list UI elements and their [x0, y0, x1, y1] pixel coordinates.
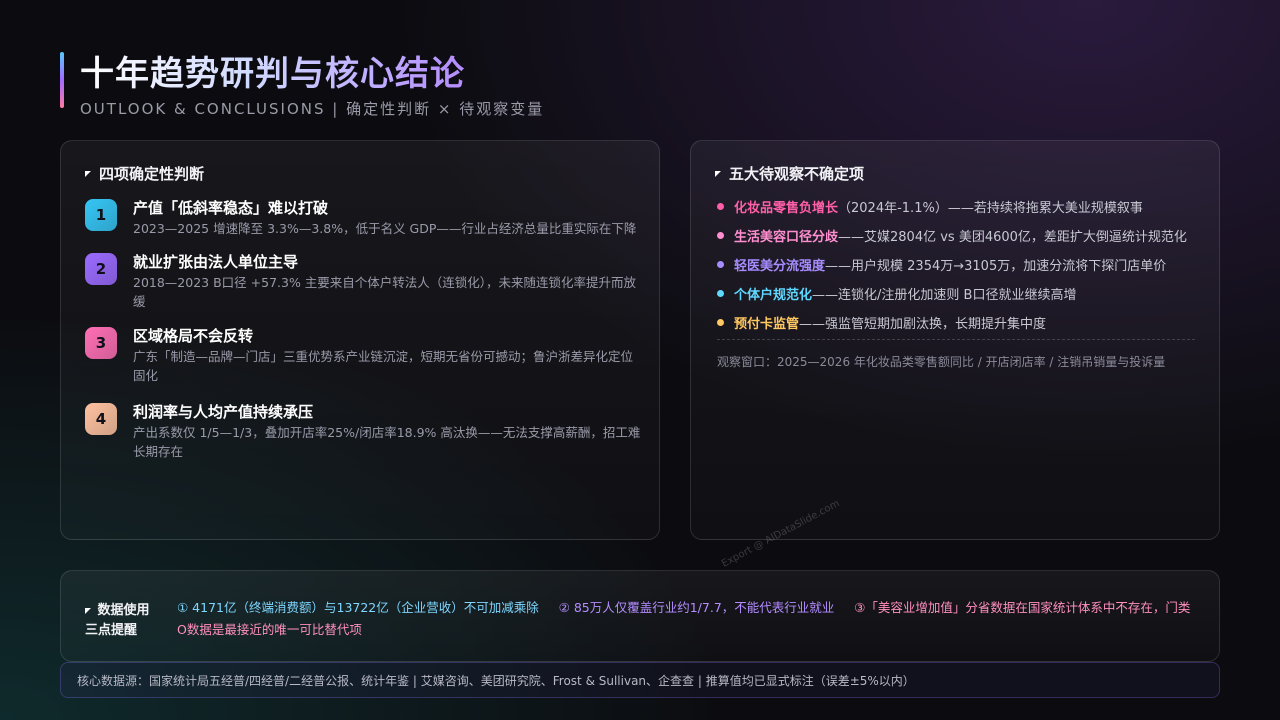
- reminder-heading-label: 数据使用三点提醒: [85, 603, 150, 638]
- observation-key: 化妆品零售负增长: [734, 201, 839, 216]
- uncertainty-panel: 五大待观察不确定项 化妆品零售负增长 （2024年-1.1%）——若持续将拖累大…: [690, 140, 1220, 540]
- source-text: 核心数据源：国家统计局五经普/四经普/二经普公报、统计年鉴 | 艾媒咨询、美团研…: [77, 674, 915, 688]
- title-accent-bar: [60, 52, 64, 108]
- flag-icon: [715, 170, 721, 177]
- bullet-dot-icon: [717, 203, 724, 210]
- uncertainty-heading: 五大待观察不确定项: [715, 163, 864, 184]
- certainty-item: 2 就业扩张由法人单位主导 2018—2023 B口径 +57.3% 主要来自个…: [85, 253, 641, 317]
- reminder-point-2: ② 85万人仅覆盖行业约1/7.7，不能代表行业就业: [558, 600, 835, 615]
- number-badge: 3: [85, 327, 117, 359]
- item-desc: 产出系数仅 1/5—1/3，叠加开店率25%/闭店率18.9% 高汰换——无法支…: [133, 425, 641, 459]
- observation-item: 预付卡监管 ——强监管短期加剧汰换，长期提升集中度: [717, 313, 1207, 332]
- item-desc: 2023—2025 增速降至 3.3%—3.8%，低于名义 GDP——行业占经济…: [133, 221, 637, 236]
- flag-icon: [85, 170, 91, 177]
- observation-key: 生活美容口径分歧: [734, 230, 839, 245]
- observation-item: 个体户规范化 ——连锁化/注册化加速则 B口径就业继续高增: [717, 284, 1207, 303]
- item-desc: 2018—2023 B口径 +57.3% 主要来自个体户转法人（连锁化），未来随…: [133, 275, 637, 309]
- observation-text: ——连锁化/注册化加速则 B口径就业继续高增: [812, 288, 1077, 303]
- observation-item: 轻医美分流强度 ——用户规模 2354万→3105万，加速分流将下探门店单价: [717, 255, 1207, 274]
- certainty-heading: 四项确定性判断: [85, 163, 204, 184]
- item-title: 区域格局不会反转: [133, 327, 254, 345]
- bullet-dot-icon: [717, 319, 724, 326]
- page-subtitle: OUTLOOK & CONCLUSIONS | 确定性判断 × 待观察变量: [80, 100, 545, 118]
- observation-text: ——用户规模 2354万→3105万，加速分流将下探门店单价: [825, 259, 1167, 274]
- observation-window: 观察窗口：2025—2026 年化妆品类零售额同比 / 开店闭店率 / 注销吊销…: [717, 355, 1166, 369]
- uncertainty-heading-label: 五大待观察不确定项: [729, 165, 865, 183]
- bullet-dot-icon: [717, 261, 724, 268]
- observation-text: ——艾媒2804亿 vs 美团4600亿，差距扩大倒逼统计规范化: [838, 230, 1187, 245]
- reminder-panel: 数据使用三点提醒 ① 4171亿（终端消费额）与13722亿（企业营收）不可加减…: [60, 570, 1220, 662]
- item-title: 就业扩张由法人单位主导: [133, 253, 299, 271]
- observation-text: ——强监管短期加剧汰换，长期提升集中度: [799, 317, 1047, 332]
- source-bar: 核心数据源：国家统计局五经普/四经普/二经普公报、统计年鉴 | 艾媒咨询、美团研…: [60, 662, 1220, 698]
- observation-key: 个体户规范化: [734, 288, 813, 303]
- item-title: 产值「低斜率稳态」难以打破: [133, 199, 329, 217]
- observation-key: 轻医美分流强度: [734, 259, 826, 274]
- certainty-item: 4 利润率与人均产值持续承压 产出系数仅 1/5—1/3，叠加开店率25%/闭店…: [85, 403, 641, 467]
- divider: [717, 339, 1195, 340]
- certainty-item: 1 产值「低斜率稳态」难以打破 2023—2025 增速降至 3.3%—3.8%…: [85, 199, 641, 245]
- number-badge: 1: [85, 199, 117, 231]
- bullet-dot-icon: [717, 290, 724, 297]
- certainty-heading-label: 四项确定性判断: [99, 165, 205, 183]
- certainty-panel: 四项确定性判断 1 产值「低斜率稳态」难以打破 2023—2025 增速降至 3…: [60, 140, 660, 540]
- reminder-point-1: ① 4171亿（终端消费额）与13722亿（企业营收）不可加减乘除: [177, 600, 539, 615]
- observation-text: （2024年-1.1%）——若持续将拖累大美业规模叙事: [838, 201, 1143, 216]
- page-title: 十年趋势研判与核心结论: [80, 54, 465, 94]
- observation-item: 生活美容口径分歧 ——艾媒2804亿 vs 美团4600亿，差距扩大倒逼统计规范…: [717, 226, 1207, 245]
- bullet-dot-icon: [717, 232, 724, 239]
- observation-key: 预付卡监管: [734, 317, 800, 332]
- observation-item: 化妆品零售负增长 （2024年-1.1%）——若持续将拖累大美业规模叙事: [717, 197, 1207, 216]
- number-badge: 2: [85, 253, 117, 285]
- flag-icon: [85, 608, 91, 614]
- reminder-text: ① 4171亿（终端消费额）与13722亿（企业营收）不可加减乘除 ② 85万人…: [177, 597, 1197, 641]
- item-title: 利润率与人均产值持续承压: [133, 403, 314, 421]
- certainty-item: 3 区域格局不会反转 广东「制造—品牌—门店」三重优势系产业链沉淀，短期无省份可…: [85, 327, 641, 391]
- reminder-heading: 数据使用三点提醒: [85, 601, 159, 641]
- item-desc: 广东「制造—品牌—门店」三重优势系产业链沉淀，短期无省份可撼动；鲁沪浙差异化定位…: [133, 349, 634, 383]
- number-badge: 4: [85, 403, 117, 435]
